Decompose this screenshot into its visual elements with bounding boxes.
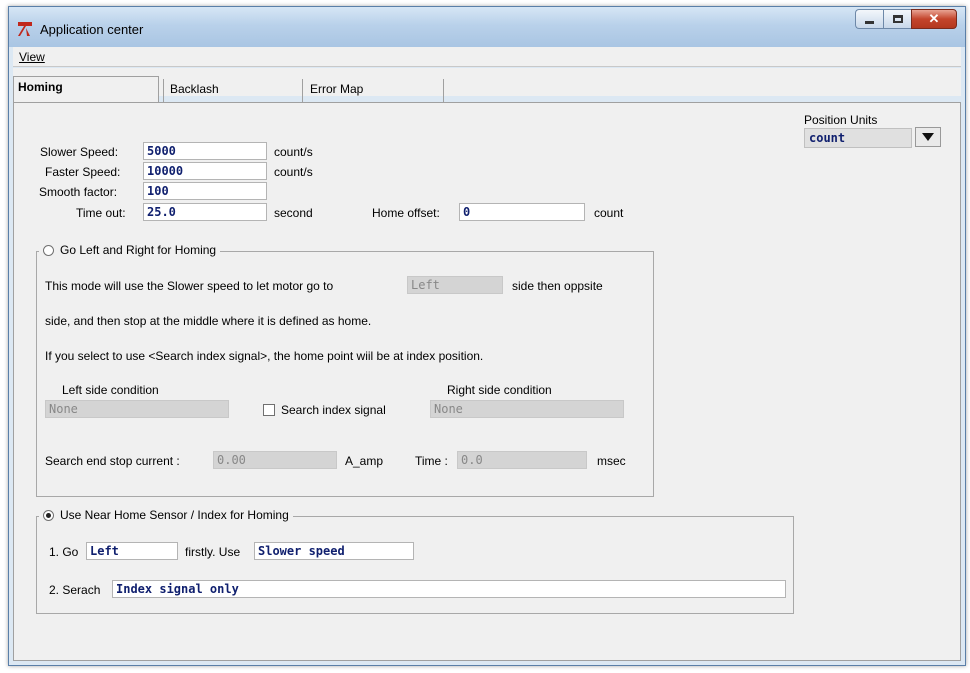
position-units-value: count xyxy=(809,131,846,145)
menu-view[interactable]: View xyxy=(19,50,45,64)
slower-speed-input[interactable]: 5000 xyxy=(143,142,267,160)
faster-speed-input[interactable]: 10000 xyxy=(143,162,267,180)
side-select[interactable]: Left xyxy=(407,276,503,294)
close-icon: ✕ xyxy=(928,11,940,26)
time-out-input[interactable]: 25.0 xyxy=(143,203,267,221)
maximize-icon xyxy=(892,15,903,23)
mode-description-3: If you select to use <Search index signa… xyxy=(45,349,484,363)
time-out-label: Time out: xyxy=(76,206,126,220)
chevron-down-icon xyxy=(922,133,934,141)
homing-panel: Position Units count Slower Speed: 5000 … xyxy=(13,102,961,661)
right-condition-select[interactable]: None xyxy=(430,400,624,418)
search-mode-select[interactable]: Index signal only xyxy=(112,580,786,598)
time-input[interactable]: 0.0 xyxy=(457,451,587,469)
firstly-use-label: firstly. Use xyxy=(185,545,241,559)
search-label: 2. Serach xyxy=(49,583,101,597)
slower-speed-label: Slower Speed: xyxy=(40,145,119,159)
left-right-homing-radio[interactable] xyxy=(43,244,54,256)
end-stop-current-unit: A_amp xyxy=(345,454,384,468)
left-right-homing-group: Go Left and Right for Homing This mode w… xyxy=(36,243,654,497)
right-condition-label: Right side condition xyxy=(447,383,552,397)
tab-strip: Homing Backlash Error Map xyxy=(13,68,961,103)
left-right-homing-label: Go Left and Right for Homing xyxy=(60,243,217,257)
slower-speed-unit: count/s xyxy=(274,145,313,159)
go-direction-select[interactable]: Left xyxy=(86,542,178,560)
time-out-unit: second xyxy=(274,206,313,220)
smooth-factor-input[interactable]: 100 xyxy=(143,182,267,200)
left-condition-select[interactable]: None xyxy=(45,400,229,418)
position-units-select[interactable]: count xyxy=(804,127,941,148)
sensor-homing-label: Use Near Home Sensor / Index for Homing xyxy=(60,508,289,522)
end-stop-current-label: Search end stop current : xyxy=(45,454,180,468)
smooth-factor-label: Smooth factor: xyxy=(39,185,118,199)
position-units-label: Position Units xyxy=(804,113,878,127)
search-index-label: Search index signal xyxy=(281,403,386,417)
left-condition-label: Left side condition xyxy=(62,383,159,397)
mode-description-1a: This mode will use the Slower speed to l… xyxy=(45,279,334,293)
left-right-homing-title[interactable]: Go Left and Right for Homing xyxy=(39,243,221,257)
title-bar[interactable]: Application center ✕ xyxy=(9,7,965,47)
maximize-button[interactable] xyxy=(883,9,911,29)
search-index-checkbox[interactable] xyxy=(263,404,275,416)
caption-buttons: ✕ xyxy=(855,9,957,31)
close-button[interactable]: ✕ xyxy=(911,9,957,29)
home-offset-unit: count xyxy=(594,206,624,220)
menu-bar: View xyxy=(13,47,961,67)
home-offset-label: Home offset: xyxy=(372,206,440,220)
mode-description-2: side, and then stop at the middle where … xyxy=(45,314,372,328)
position-units-dropdown-button[interactable] xyxy=(915,127,941,147)
time-label: Time : xyxy=(415,454,448,468)
sensor-homing-title[interactable]: Use Near Home Sensor / Index for Homing xyxy=(39,508,293,522)
tab-homing[interactable]: Homing xyxy=(13,76,159,102)
sensor-homing-radio[interactable] xyxy=(43,509,54,521)
minimize-icon xyxy=(865,20,874,24)
end-stop-current-input[interactable]: 0.00 xyxy=(213,451,337,469)
minimize-button[interactable] xyxy=(855,9,883,29)
speed-select[interactable]: Slower speed xyxy=(254,542,414,560)
application-window: Application center ✕ View Homing Backlas… xyxy=(8,6,966,666)
tab-error-map[interactable]: Error Map xyxy=(304,79,444,103)
home-offset-input[interactable]: 0 xyxy=(459,203,585,221)
faster-speed-label: Faster Speed: xyxy=(45,165,121,179)
faster-speed-unit: count/s xyxy=(274,165,313,179)
tab-backlash[interactable]: Backlash xyxy=(163,79,303,103)
time-unit: msec xyxy=(597,454,626,468)
app-icon xyxy=(18,22,32,36)
window-title: Application center xyxy=(40,22,144,37)
sensor-homing-group: Use Near Home Sensor / Index for Homing … xyxy=(36,508,794,614)
mode-description-1b: side then oppsite xyxy=(512,279,603,293)
go-label: 1. Go xyxy=(49,545,79,559)
